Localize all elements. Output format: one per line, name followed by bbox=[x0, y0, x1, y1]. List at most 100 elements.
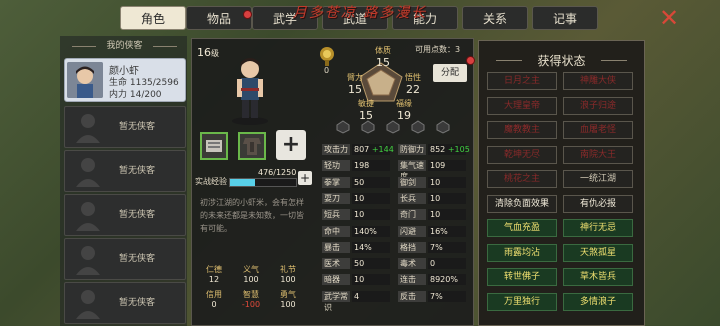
gauntlet-icon bbox=[206, 140, 222, 152]
stat-bonus: +144 bbox=[371, 145, 394, 154]
stat-key: 武学常识 bbox=[322, 290, 350, 312]
tab-character[interactable]: 角色 bbox=[120, 6, 186, 30]
empty-label: 暂无侠客 bbox=[119, 298, 156, 308]
empty-slot[interactable]: 暂无侠客 bbox=[64, 150, 186, 192]
available-points: 可用点数：3 bbox=[415, 45, 461, 54]
tab-relations[interactable]: 关系 bbox=[462, 6, 528, 30]
status-item[interactable]: 雨露均沾 bbox=[487, 243, 557, 262]
stat-row: 短兵 10 bbox=[322, 209, 392, 221]
gem-slot-icon[interactable] bbox=[411, 120, 425, 134]
stat-row: 命中 140% bbox=[322, 225, 392, 237]
stat-key: 奇门 bbox=[398, 209, 426, 221]
stat-key: 耍刀 bbox=[322, 192, 350, 204]
status-item[interactable]: 气血充盈 bbox=[487, 219, 557, 237]
gem-slot-icon[interactable] bbox=[436, 120, 450, 134]
status-item[interactable]: 南院大王 bbox=[563, 145, 633, 164]
gem-slot-icon[interactable] bbox=[336, 120, 350, 134]
equipment-slot-weapon[interactable] bbox=[200, 132, 228, 160]
status-item[interactable]: 一统江湖 bbox=[563, 170, 633, 188]
stat-value: 50 bbox=[352, 176, 390, 188]
status-item[interactable]: 桃花之主 bbox=[487, 170, 557, 188]
status-item[interactable]: 神行无忌 bbox=[563, 219, 633, 237]
stat-value: 807 +144 bbox=[352, 144, 394, 155]
stat-key: 毒术 bbox=[398, 258, 426, 270]
stat-row: 连击 8920% bbox=[398, 274, 468, 286]
stat-key: 反击 bbox=[398, 290, 426, 302]
stat-key: 短兵 bbox=[322, 209, 350, 221]
stat-value: 10 bbox=[428, 209, 466, 221]
status-item[interactable]: 乾坤无尽 bbox=[487, 145, 557, 164]
status-item[interactable]: 神雕大侠 bbox=[563, 72, 633, 90]
empty-slot[interactable]: 暂无侠客 bbox=[64, 282, 186, 324]
exp-bar bbox=[229, 178, 297, 187]
status-item[interactable]: 清除负面效果 bbox=[487, 194, 557, 213]
stat-key: 闪避 bbox=[398, 225, 426, 237]
stat-row: 集气速度109 bbox=[398, 160, 468, 181]
personality-stat: 礼节 100 bbox=[280, 265, 296, 284]
avatar bbox=[67, 62, 103, 98]
stat-key: 攻击力 bbox=[322, 144, 350, 155]
close-icon[interactable]: ✕ bbox=[656, 6, 682, 30]
status-item[interactable]: 日月之主 bbox=[487, 72, 557, 90]
status-item[interactable]: 天煞孤星 bbox=[563, 243, 633, 262]
stat-row: 奇门 10 bbox=[398, 209, 468, 221]
stat-value: 0 bbox=[428, 258, 466, 270]
add-equipment-button[interactable]: + bbox=[276, 130, 306, 160]
stat-value: 7% bbox=[428, 290, 466, 302]
tab-journal[interactable]: 记事 bbox=[532, 6, 598, 30]
personality-stat: 勇气 100 bbox=[280, 290, 296, 309]
stat-value: 4 bbox=[352, 290, 390, 302]
stat-value: 10 bbox=[428, 192, 466, 204]
equipment-slot-armor[interactable] bbox=[238, 132, 266, 160]
status-item[interactable]: 转世佛子 bbox=[487, 268, 557, 286]
stat-value: 10 bbox=[352, 209, 390, 221]
hero-card[interactable]: 颜小虾 生命 1135/2596 内力 14/200 bbox=[64, 58, 186, 102]
status-item[interactable]: 血屠老怪 bbox=[563, 121, 633, 139]
level-display: 16级 bbox=[197, 46, 219, 59]
status-item[interactable]: 有仇必报 bbox=[563, 194, 633, 213]
stat-value: 10 bbox=[428, 176, 466, 188]
status-title: 获得状态 bbox=[478, 52, 645, 69]
stat-row: 暗器 10 bbox=[322, 274, 392, 286]
status-item[interactable]: 万里独行 bbox=[487, 292, 557, 311]
status-item[interactable]: 魔教教主 bbox=[487, 121, 557, 139]
empty-slot[interactable]: 暂无侠客 bbox=[64, 106, 186, 148]
stat-key: 御剑 bbox=[398, 176, 426, 188]
character-figure bbox=[232, 58, 268, 125]
empty-label: 暂无侠客 bbox=[119, 210, 156, 220]
stat-row: 医术 50 bbox=[322, 258, 392, 270]
stat-key: 连击 bbox=[398, 274, 426, 286]
empty-slot[interactable]: 暂无侠客 bbox=[64, 194, 186, 236]
stat-key: 防御力 bbox=[398, 144, 426, 155]
stat-value: 7% bbox=[428, 241, 466, 253]
stat-key: 轻功 bbox=[322, 160, 350, 172]
gem-slot-icon[interactable] bbox=[361, 120, 375, 134]
add-exp-button[interactable]: + bbox=[298, 171, 312, 185]
allocate-button[interactable]: 分配 bbox=[433, 64, 467, 82]
status-item[interactable]: 草木皆兵 bbox=[563, 268, 633, 286]
stat-row: 格挡 7% bbox=[398, 241, 468, 253]
stat-value: 16% bbox=[428, 225, 466, 237]
tab-items[interactable]: 物品 bbox=[186, 6, 252, 30]
stat-key: 命中 bbox=[322, 225, 350, 237]
stat-bonus: +105 bbox=[447, 145, 470, 154]
status-item[interactable]: 多情浪子 bbox=[563, 292, 633, 311]
status-item[interactable]: 浪子归途 bbox=[563, 96, 633, 115]
stat-row: 闪避 16% bbox=[398, 225, 468, 237]
personality-stat: 义气 100 bbox=[243, 265, 259, 284]
gem-slot-icon[interactable] bbox=[386, 120, 400, 134]
personality-stat: 智慧 -100 bbox=[241, 290, 261, 309]
hero-mp: 内力 14/200 bbox=[109, 90, 162, 100]
stat-key: 集气速度 bbox=[398, 160, 426, 181]
armor-icon bbox=[243, 138, 261, 155]
banner-text: 月多苍凉 路多漫长 bbox=[292, 5, 428, 21]
status-item[interactable]: 大理皇帝 bbox=[487, 96, 557, 115]
tab-bar: 角色 物品 武学 武道 能力 关系 记事 月多苍凉 路多漫长 ✕ bbox=[0, 0, 720, 34]
empty-slot[interactable]: 暂无侠客 bbox=[64, 238, 186, 280]
medal-value: 0 bbox=[324, 66, 330, 75]
stat-row: 毒术 0 bbox=[398, 258, 468, 270]
attr-strength: 臂力 15 bbox=[347, 73, 363, 96]
stat-key: 医术 bbox=[322, 258, 350, 270]
stat-row: 耍刀 10 bbox=[322, 192, 392, 204]
empty-label: 暂无侠客 bbox=[119, 254, 156, 264]
